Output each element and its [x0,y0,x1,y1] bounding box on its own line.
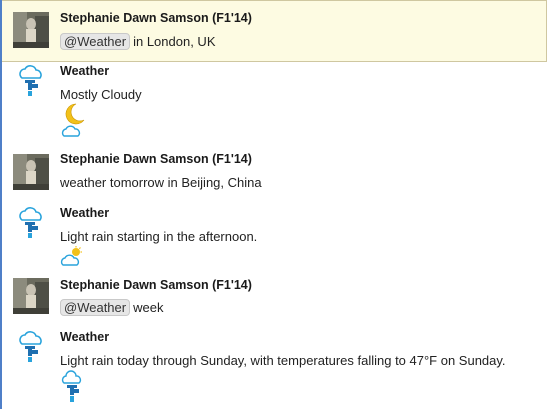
chat-message[interactable]: Stephanie Dawn Samson (F1'14) weather to… [2,146,547,196]
weather-bot-avatar[interactable] [13,206,49,242]
rain-cloud-faucet-icon [19,65,42,96]
message-author[interactable]: Weather [60,330,109,344]
chat-log: Stephanie Dawn Samson (F1'14) @Weather in… [0,0,547,409]
avatar[interactable] [13,154,49,190]
message-author[interactable]: Stephanie Dawn Samson (F1'14) [60,152,252,166]
message-text: @Weather in London, UK [60,33,216,50]
rain-cloud-faucet-icon [19,331,42,362]
mention-tag[interactable]: @Weather [60,299,131,316]
message-author[interactable]: Stephanie Dawn Samson (F1'14) [60,11,252,25]
message-text: Light rain starting in the afternoon. [60,229,258,244]
message-body: in London, UK [133,34,216,49]
rain-cloud-faucet-icon [19,207,42,238]
weather-bot-avatar[interactable] [13,330,49,366]
chat-message[interactable]: Stephanie Dawn Samson (F1'14) @Weather in… [2,0,547,62]
message-text: Light rain today through Sunday, with te… [60,353,506,368]
message-text: weather tomorrow in Beijing, China [60,175,262,190]
sun-cloud-icon [60,246,86,273]
chat-message[interactable]: Weather Light rain starting in the after… [2,204,547,268]
rain-cloud-icon [60,370,86,413]
chat-message[interactable]: Stephanie Dawn Samson (F1'14) @Weather we… [2,272,547,322]
chat-message[interactable]: Weather Mostly Cloudy [2,62,547,144]
moon-cloud-icon [60,102,86,145]
message-author[interactable]: Weather [60,64,109,78]
avatar[interactable] [13,278,49,314]
message-body: week [133,300,164,315]
message-text: Mostly Cloudy [60,87,142,102]
chat-message[interactable]: Weather Light rain today through Sunday,… [2,328,547,409]
message-author[interactable]: Stephanie Dawn Samson (F1'14) [60,278,252,292]
message-author[interactable]: Weather [60,206,109,220]
weather-bot-avatar[interactable] [13,64,49,100]
mention-tag[interactable]: @Weather [60,33,131,50]
message-text: @Weather week [60,299,163,316]
avatar[interactable] [13,12,49,48]
